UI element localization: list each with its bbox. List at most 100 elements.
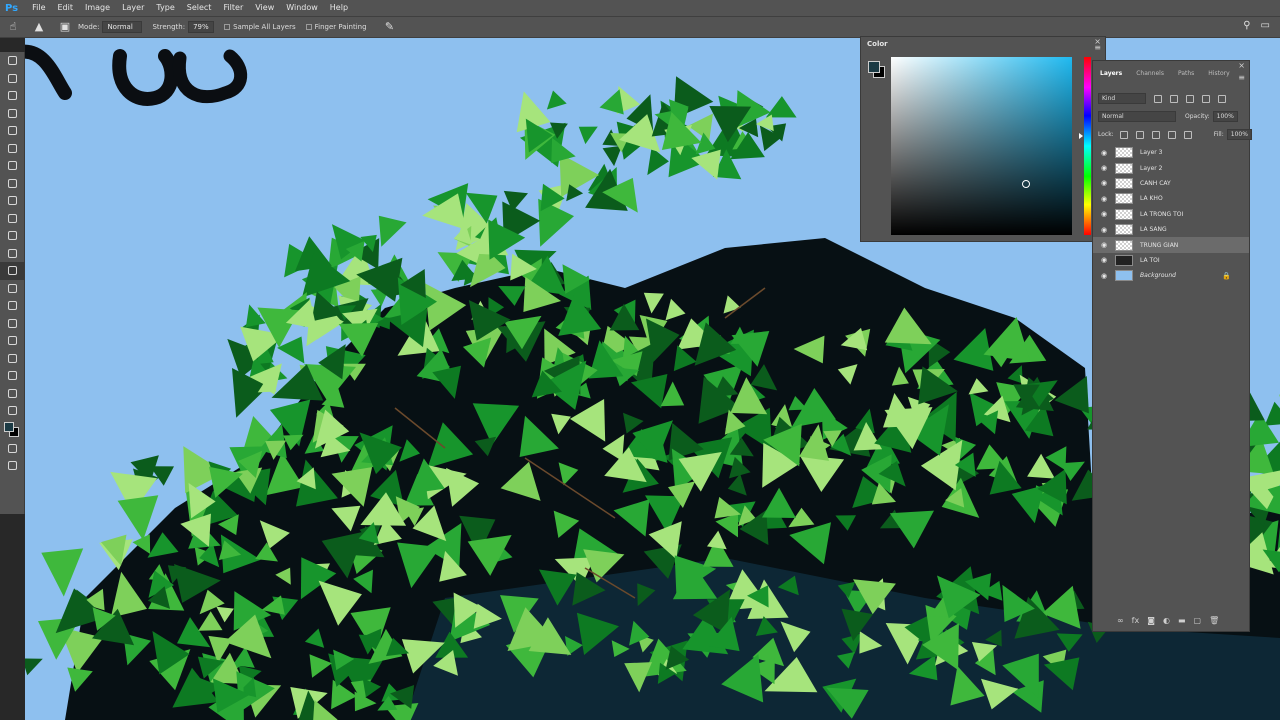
layer-row[interactable]: ◉ Layer 3 xyxy=(1093,145,1249,160)
opacity-input[interactable]: 100% xyxy=(1212,111,1238,122)
sample-all-layers-checkbox[interactable] xyxy=(224,24,231,30)
add-mask-icon[interactable]: ◙ xyxy=(1147,616,1155,625)
visibility-eye-icon[interactable]: ◉ xyxy=(1098,164,1110,172)
smudge-tool[interactable] xyxy=(0,262,25,280)
hand-tool[interactable] xyxy=(0,367,25,385)
pressure-icon[interactable]: ✎ xyxy=(383,20,397,34)
type-tool[interactable] xyxy=(0,315,25,333)
brush-preset-icon[interactable]: ▲ xyxy=(32,20,46,34)
hue-slider[interactable] xyxy=(1079,57,1091,235)
layer-row[interactable]: ◉ Layer 2 xyxy=(1093,160,1249,175)
delete-layer-icon[interactable]: 🗑 xyxy=(1209,616,1219,625)
brush-panel-icon[interactable]: ▣ xyxy=(58,20,72,34)
filter-kind-select[interactable]: Kind xyxy=(1098,93,1146,104)
visibility-eye-icon[interactable]: ◉ xyxy=(1098,256,1110,264)
tab-layers[interactable]: Layers xyxy=(1093,67,1129,81)
filter-shape-icon[interactable] xyxy=(1202,94,1210,103)
color-picker-cursor[interactable] xyxy=(1022,180,1030,188)
menu-view[interactable]: View xyxy=(249,0,280,16)
visibility-eye-icon[interactable]: ◉ xyxy=(1098,195,1110,203)
visibility-eye-icon[interactable]: ◉ xyxy=(1098,179,1110,187)
visibility-eye-icon[interactable]: ◉ xyxy=(1098,149,1110,157)
history-brush-tool[interactable] xyxy=(0,210,25,228)
lasso-tool[interactable] xyxy=(0,87,25,105)
layer-row[interactable]: ◉ LA TOI xyxy=(1093,253,1249,268)
eyedropper-tool[interactable] xyxy=(0,140,25,158)
shape-tool[interactable] xyxy=(0,350,25,368)
layer-thumbnail xyxy=(1115,224,1133,236)
leaf-shape xyxy=(41,548,84,597)
lock-artboard-icon[interactable] xyxy=(1167,130,1176,139)
lock-transparent-icon[interactable] xyxy=(1119,130,1128,139)
layer-style-icon[interactable]: fx xyxy=(1132,616,1140,625)
blend-row: Normal Opacity: 100% xyxy=(1098,111,1238,122)
layer-row[interactable]: ◉ CANH CAY xyxy=(1093,176,1249,191)
visibility-eye-icon[interactable]: ◉ xyxy=(1098,210,1110,218)
finger-painting-option[interactable]: Finger Painting xyxy=(305,23,367,31)
smudge-tool-icon[interactable]: ☝ xyxy=(6,20,20,34)
sample-all-layers-option[interactable]: Sample All Layers xyxy=(224,23,296,31)
adjustment-layer-icon[interactable]: ◐ xyxy=(1163,616,1170,625)
panel-menu-icon[interactable]: ≡ xyxy=(1094,43,1101,52)
blend-mode-select[interactable]: Normal xyxy=(1098,111,1176,122)
search-icon[interactable]: ⚲ xyxy=(1243,20,1250,31)
menu-image[interactable]: Image xyxy=(79,0,116,16)
dodge-tool[interactable] xyxy=(0,280,25,298)
move-tool[interactable] xyxy=(0,52,25,70)
visibility-eye-icon[interactable]: ◉ xyxy=(1098,241,1110,249)
menu-edit[interactable]: Edit xyxy=(52,0,80,16)
menu-file[interactable]: File xyxy=(26,0,51,16)
tab-channels[interactable]: Channels xyxy=(1129,67,1171,81)
layer-name: Background xyxy=(1140,272,1176,280)
healing-tool[interactable] xyxy=(0,157,25,175)
gradient-tool[interactable] xyxy=(0,245,25,263)
path-select-tool[interactable] xyxy=(0,332,25,350)
tab-paths[interactable]: Paths xyxy=(1171,67,1201,81)
screen-mode-tool[interactable] xyxy=(0,457,25,475)
quick-mask-tool[interactable] xyxy=(0,440,25,458)
stamp-tool[interactable] xyxy=(0,192,25,210)
menu-select[interactable]: Select xyxy=(181,0,218,16)
menu-help[interactable]: Help xyxy=(324,0,354,16)
color-foreground-swatch[interactable] xyxy=(868,61,880,73)
workspace-icon[interactable]: ▭ xyxy=(1261,20,1270,31)
lock-all-icon[interactable] xyxy=(1183,130,1192,139)
foreground-color-swatch[interactable] xyxy=(4,421,14,432)
more-tools[interactable] xyxy=(0,402,25,420)
brush-tool[interactable] xyxy=(0,175,25,193)
lock-image-icon[interactable] xyxy=(1135,130,1144,139)
quick-select-tool[interactable] xyxy=(0,105,25,123)
visibility-eye-icon[interactable]: ◉ xyxy=(1098,226,1110,234)
color-picker-field[interactable] xyxy=(891,57,1072,235)
filter-smart-icon[interactable] xyxy=(1218,94,1226,103)
menu-layer[interactable]: Layer xyxy=(116,0,150,16)
new-layer-icon[interactable]: ▢ xyxy=(1194,616,1202,625)
link-layers-icon[interactable]: ∞ xyxy=(1117,616,1124,625)
pen-tool[interactable] xyxy=(0,297,25,315)
filter-type-icon[interactable] xyxy=(1186,94,1194,103)
layer-row[interactable]: ◉ LA SANG xyxy=(1093,222,1249,237)
layer-row[interactable]: ◉ TRUNG GIAN xyxy=(1093,237,1249,253)
color-swatches[interactable] xyxy=(0,420,25,440)
menu-window[interactable]: Window xyxy=(280,0,324,16)
strength-input[interactable]: 79% xyxy=(188,21,215,33)
new-group-icon[interactable]: ▬ xyxy=(1178,616,1186,625)
layer-row[interactable]: ◉ LA TRONG TOI xyxy=(1093,207,1249,222)
filter-pixel-icon[interactable] xyxy=(1154,94,1162,103)
lock-position-icon[interactable] xyxy=(1151,130,1160,139)
zoom-tool[interactable] xyxy=(0,385,25,403)
eraser-tool[interactable] xyxy=(0,227,25,245)
filter-adjustment-icon[interactable] xyxy=(1170,94,1178,103)
layer-row[interactable]: ◉ Background 🔒 xyxy=(1093,268,1249,283)
menu-filter[interactable]: Filter xyxy=(217,0,249,16)
fill-input[interactable]: 100% xyxy=(1226,129,1252,140)
marquee-tool[interactable] xyxy=(0,70,25,88)
layer-row[interactable]: ◉ LA KHO xyxy=(1093,191,1249,206)
menu-type[interactable]: Type xyxy=(150,0,180,16)
tab-history[interactable]: History xyxy=(1201,67,1236,81)
hue-slider-arrow-icon[interactable] xyxy=(1079,133,1083,139)
visibility-eye-icon[interactable]: ◉ xyxy=(1098,272,1110,280)
mode-select[interactable]: Normal xyxy=(102,21,143,33)
crop-tool[interactable] xyxy=(0,122,25,140)
finger-painting-checkbox[interactable] xyxy=(305,24,312,30)
